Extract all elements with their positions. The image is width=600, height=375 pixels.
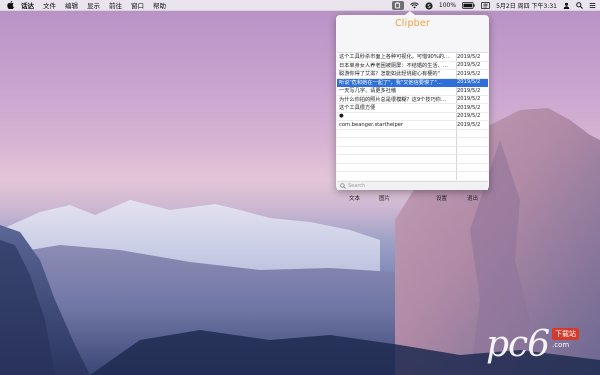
clip-text: 听说"危和她在一起了"，我"又他信要慢了"… — [339, 79, 442, 86]
clip-row[interactable]: 日本单身女人养老困被厕屏：不结婚的生活、… 2019/5/2 — [337, 62, 488, 70]
keyboard-icon[interactable]: 拼 — [481, 1, 491, 10]
clip-date: 2019/5/2 — [457, 62, 481, 69]
clip-text: 一天写几字、请更多社稽 — [339, 88, 397, 95]
clipper-toolbar: 文本 图片 设置 退出 — [337, 191, 488, 205]
menu-view[interactable]: 显示 — [87, 0, 100, 10]
clip-row[interactable]: 听说"危和她在一起了"，我"又他信要慢了"… 2019/5/2 — [337, 78, 488, 87]
clip-date: 2019/5/2 — [457, 104, 481, 111]
empty-row — [337, 172, 488, 180]
empty-row — [337, 130, 488, 138]
clip-row[interactable]: 一天写几字、请更多社稽 2019/5/2 — [337, 87, 488, 96]
search-icon[interactable] — [576, 1, 583, 10]
clip-text: 这个工具秒杀市面上各种可视化。可惜90%的… — [339, 54, 450, 61]
clip-date: 2019/5/2 — [457, 96, 481, 103]
wifi-icon[interactable] — [410, 1, 419, 10]
empty-row — [337, 155, 488, 164]
search-bar — [337, 181, 488, 190]
search-input[interactable] — [348, 183, 478, 189]
empty-row — [337, 164, 488, 172]
svg-text:拼: 拼 — [483, 2, 488, 9]
clipper-tray-icon[interactable] — [391, 1, 404, 10]
clip-date: 2019/5/2 — [457, 87, 481, 94]
image-tab-button[interactable]: 图片 — [379, 194, 390, 202]
clip-date: 2019/5/2 — [457, 121, 481, 128]
clip-row[interactable]: 聪游你得了艾滋？怎能如此轻佻甜心有梗的" 2019/5/2 — [337, 70, 488, 79]
menu-edit[interactable]: 编辑 — [65, 0, 78, 10]
menu-list-icon[interactable] — [589, 1, 596, 10]
mountain-scene — [0, 108, 600, 375]
clipper-popover: Clipber 这个工具秒杀市面上各种可视化。可惜90%的… 2019/5/2 日本… — [336, 11, 489, 202]
battery-icon[interactable] — [462, 1, 475, 10]
clip-date: 2019/5/2 — [457, 113, 481, 120]
clip-text: 这个工具很方便 — [339, 105, 376, 112]
empty-row — [337, 138, 488, 147]
menu-help[interactable]: 帮助 — [153, 0, 166, 10]
clip-date: 2019/5/2 — [457, 79, 481, 86]
clip-row[interactable]: 为什么你拍的照片总是很模糊？这9个技巧你… 2019/5/2 — [337, 96, 488, 104]
clip-row[interactable]: 这个工具秒杀市面上各种可视化。可惜90%的… 2019/5/2 — [337, 53, 488, 62]
menu-file[interactable]: 文件 — [43, 0, 56, 10]
menu-bar: 话达 文件 编辑 显示 前往 窗口 帮助 S 100% 拼 5月2日 周四 下午… — [0, 0, 600, 11]
menu-app-name[interactable]: 话达 — [21, 0, 34, 10]
clip-date: 2019/5/2 — [457, 53, 481, 60]
clipper-title: Clipber — [394, 18, 431, 29]
clip-text: 为什么你拍的照片总是很模糊？这9个技巧你… — [339, 96, 447, 103]
clock[interactable]: 5月2日 周四 下午3:31 — [496, 1, 557, 10]
text-tab-button[interactable]: 文本 — [349, 194, 360, 202]
menu-go[interactable]: 前往 — [109, 0, 122, 10]
clip-row[interactable]: ● 2019/5/2 — [337, 113, 488, 121]
desktop-wallpaper — [0, 0, 600, 375]
watermark-logo: pc6 — [486, 324, 550, 365]
user-icon[interactable] — [563, 1, 570, 10]
watermark-tag: 下载站 — [552, 328, 579, 340]
quit-button[interactable]: 退出 — [467, 194, 478, 202]
search-icon — [340, 183, 346, 189]
clip-row[interactable]: com.beanger.starthelper 2019/5/2 — [337, 121, 488, 130]
clip-date: 2019/5/2 — [457, 70, 481, 77]
settings-button[interactable]: 设置 — [436, 194, 447, 202]
menu-window[interactable]: 窗口 — [131, 0, 144, 10]
svg-text:S: S — [427, 3, 430, 9]
pc6-watermark: pc6 下载站 .com — [486, 324, 596, 365]
s-app-icon[interactable]: S — [425, 1, 433, 10]
watermark-domain: .com — [552, 341, 570, 349]
clip-text: ● — [339, 113, 344, 120]
clip-row[interactable]: 这个工具很方便 2019/5/2 — [337, 104, 488, 113]
clip-text: 聪游你得了艾滋？怎能如此轻佻甜心有梗的" — [339, 71, 440, 78]
battery-percent: 100% — [438, 2, 457, 9]
apple-icon[interactable] — [7, 1, 15, 9]
empty-row — [337, 147, 488, 155]
clip-text: com.beanger.starthelper — [339, 121, 404, 128]
status-area: S 100% 拼 5月2日 周四 下午3:31 — [391, 0, 596, 11]
popover-arrow — [405, 11, 415, 15]
clip-history-list: 这个工具秒杀市面上各种可视化。可惜90%的… 2019/5/2 日本单身女人养老困被… — [337, 52, 488, 180]
clip-text: 日本单身女人养老困被厕屏：不结婚的生活、… — [339, 62, 448, 69]
